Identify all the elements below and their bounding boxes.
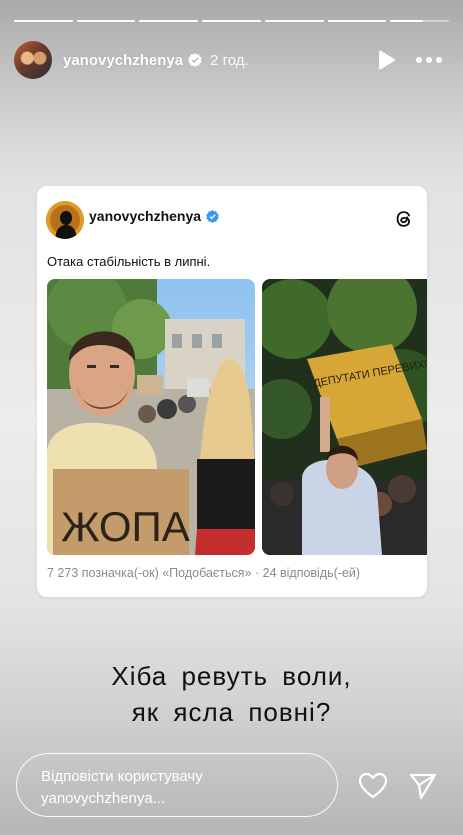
reply-placeholder-line: yanovychzhenya...: [41, 790, 166, 807]
verified-badge-icon: [206, 209, 219, 223]
threads-icon: [396, 211, 410, 227]
story-avatar[interactable]: [14, 41, 52, 79]
post-avatar: [46, 201, 84, 239]
story-header: yanovychzhenya 2 год.: [14, 40, 449, 80]
progress-segment: [327, 20, 387, 22]
progress-segment: [202, 20, 261, 22]
post-photo-protest-night[interactable]: ДЕПУТАТИ ПЕРЕВИХОВАТЬСЯ: [262, 279, 427, 555]
photo1-sign-text: ЖОПА: [61, 503, 190, 550]
reply-input[interactable]: Відповісти користувачу yanovychzhenya...: [16, 753, 338, 817]
verified-badge-icon: [188, 53, 202, 67]
heart-icon[interactable]: [358, 771, 388, 801]
progress-segment: [264, 20, 324, 22]
post-text: Отака стабільність в липні.: [47, 254, 211, 269]
progress-segment: [76, 20, 136, 22]
progress-segment-current: [390, 20, 450, 22]
caption-line: як ясла повні?: [131, 697, 332, 727]
post-username-row: yanovychzhenya: [89, 208, 219, 224]
more-icon[interactable]: [415, 55, 443, 65]
progress-segment: [14, 20, 73, 22]
send-icon[interactable]: [408, 771, 438, 801]
reply-placeholder-line: Відповісти користувачу: [41, 768, 203, 785]
post-username[interactable]: yanovychzhenya: [89, 208, 201, 224]
progress-segment: [139, 20, 199, 22]
post-photo-protest-selfie[interactable]: ЖОПА: [47, 279, 255, 555]
story-username[interactable]: yanovychzhenya: [63, 52, 183, 69]
story-progress-bar: [14, 20, 450, 22]
play-icon[interactable]: [375, 49, 397, 71]
post-stats: 7 273 позначка(-ок) «Подобається» · 24 в…: [47, 566, 361, 580]
story-caption: Хіба ревуть воли, як ясла повні?: [0, 658, 463, 730]
story-time: 2 год.: [210, 51, 249, 69]
caption-line: Хіба ревуть воли,: [111, 661, 352, 691]
threads-post-card[interactable]: yanovychzhenya Отака стабільність в липн…: [37, 186, 427, 597]
